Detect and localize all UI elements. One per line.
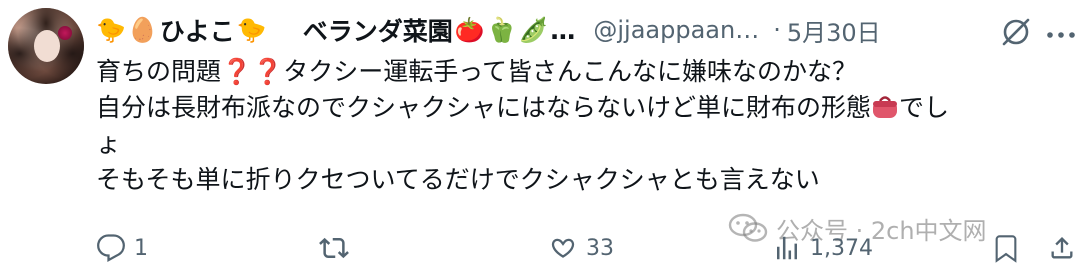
reply-count: 1 (134, 235, 148, 261)
tweet-line-3: ょ (96, 129, 122, 158)
tweet-line-1-end: タクシー運転手って皆さんこんなに嫌味なのかな？ (283, 57, 858, 86)
purse-icon (871, 94, 899, 118)
tweet-text: 育ちの問題❓❓タクシー運転手って皆さんこんなに嫌味なのかな？ 自分は長財布派なの… (96, 54, 1071, 198)
analytics-icon (777, 236, 797, 260)
more-options-icon[interactable] (1046, 26, 1076, 38)
retweet-icon (319, 237, 349, 259)
tweet-line-2-text: 自分は長財布派なのでクシャクシャにはならないけど単に財布の形態 (96, 93, 872, 122)
retweet-button[interactable] (318, 228, 350, 268)
tweet-header: 🐤 🥚 ひよこ 🐤 ベランダ菜園 🍅 🫑 🫛 … @jjaappaan… · 5… (96, 12, 1076, 48)
user-handle[interactable]: @jjaappaan… (593, 16, 759, 44)
bookmark-button[interactable] (992, 228, 1020, 268)
action-bar: 1 33 1,374 (96, 228, 1076, 268)
tweet-line-4: そもそも単に折りクセついてるだけでクシャクシャとも言えない (96, 165, 820, 194)
avatar-flower (58, 26, 72, 40)
grok-icon[interactable] (1000, 16, 1032, 48)
tweet-line-2: 自分は長財布派なのでクシャクシャにはならないけど単に財布の形態 でし (96, 90, 1071, 126)
avatar[interactable] (8, 8, 84, 84)
display-name-text: ひよこ (159, 17, 235, 46)
share-icon (1051, 237, 1073, 259)
egg-icon: 🥚 (127, 16, 158, 44)
tweet-line-1: 育ちの問題❓❓タクシー運転手って皆さんこんなに嫌味なのかな？ (96, 54, 1071, 90)
tweet[interactable]: 🐤 🥚 ひよこ 🐤 ベランダ菜園 🍅 🫑 🫛 … @jjaappaan… · 5… (0, 0, 1080, 273)
bookmark-icon (995, 235, 1017, 263)
chick-icon: 🐤 (236, 16, 267, 44)
reply-button[interactable]: 1 (96, 228, 148, 268)
tweet-line-2-trailing: でし (899, 93, 950, 122)
share-button[interactable] (1048, 228, 1076, 268)
views-button[interactable]: 1,374 (772, 228, 873, 268)
like-button[interactable]: 33 (548, 228, 614, 268)
tweet-date[interactable]: 5月30日 (787, 13, 881, 48)
reply-icon (97, 234, 125, 263)
chick-icon: 🐤 (96, 16, 126, 44)
avatar-face (34, 30, 60, 62)
heart-icon (551, 238, 575, 258)
display-name-ellipsis: … (550, 15, 576, 45)
display-name[interactable]: 🐤 🥚 ひよこ 🐤 ベランダ菜園 🍅 🫑 🫛 … (96, 12, 575, 48)
question-mark-icons: ❓❓ (221, 57, 284, 86)
tweet-line-1-start: 育ちの問題 (96, 57, 222, 86)
display-name-text2: ベランダ菜園 (302, 17, 453, 46)
bell-pepper-icon: 🫑 (486, 16, 517, 44)
view-count: 1,374 (810, 235, 873, 261)
tomato-icon: 🍅 (454, 16, 485, 44)
pea-pod-icon: 🫛 (518, 16, 549, 44)
separator-dot: · (773, 16, 781, 44)
like-count: 33 (586, 235, 614, 261)
